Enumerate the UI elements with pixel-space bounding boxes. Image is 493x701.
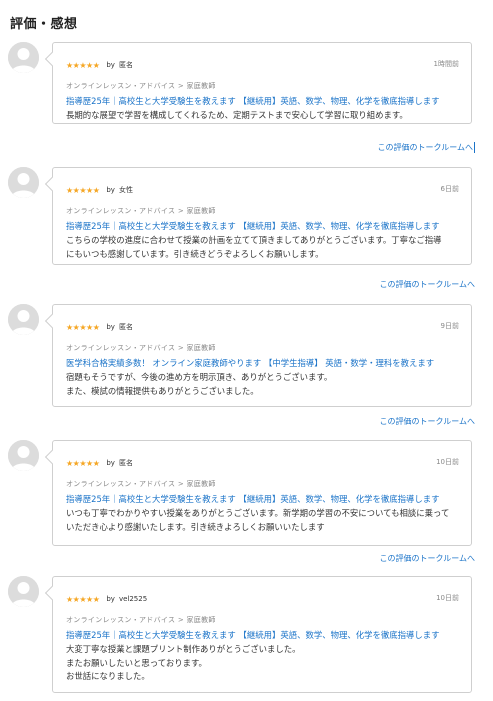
review-category: オンラインレッスン・アドバイス > 家庭教師 — [66, 344, 216, 352]
rating-row: ★★★★★ by vel2525 — [66, 593, 147, 605]
review-category: オンラインレッスン・アドバイス > 家庭教師 — [66, 207, 216, 215]
default-user-avatar-icon — [8, 440, 39, 471]
review-comment: 宿題もそうですが、今後の進め方を明示頂き、ありがとうございます。 また、模試の情… — [66, 371, 464, 398]
reviewer-name: 匿名 — [118, 323, 133, 331]
service-title-link[interactable]: 指導歴25年｜高校生と大学受験生を教えます 【継続用】英語、数学、物理、化学を徹… — [66, 629, 439, 641]
review-item: ★★★★★ by 匿名 1時間前 オンラインレッスン・アドバイス > 家庭教師 … — [0, 42, 493, 162]
comment-line: 長期的な展望で学習を構成してくれるため、定期テストまで安心して学習に取り組めます… — [66, 110, 408, 120]
default-user-avatar-icon — [8, 167, 39, 198]
rating-row: ★★★★★ by 匿名 — [66, 321, 133, 333]
talk-room-link[interactable]: この評価のトークルームへ — [379, 553, 475, 564]
service-title-link[interactable]: 指導歴25年｜高校生と大学受験生を教えます 【継続用】英語、数学、物理、化学を徹… — [66, 95, 439, 107]
talk-room-link[interactable]: この評価のトークルームへ — [377, 142, 475, 153]
review-comment: こちらの学校の進度に合わせて授業の計画を立てて頂きましてありがとうございます。丁… — [66, 234, 464, 261]
rating-row: ★★★★★ by 匿名 — [66, 457, 133, 469]
review-timestamp: 10日前 — [436, 458, 459, 466]
review-card: ★★★★★ by 匿名 9日前 オンラインレッスン・アドバイス > 家庭教師 医… — [52, 304, 472, 407]
reviewer-name: 女性 — [118, 186, 133, 194]
review-category: オンラインレッスン・アドバイス > 家庭教師 — [66, 616, 216, 624]
review-category: オンラインレッスン・アドバイス > 家庭教師 — [66, 82, 216, 90]
review-card: ★★★★★ by 匿名 10日前 オンラインレッスン・アドバイス > 家庭教師 … — [52, 440, 472, 546]
rating-row: ★★★★★ by 匿名 — [66, 59, 133, 71]
talk-room-link-label: この評価のトークルームへ — [377, 143, 473, 152]
reviewer-name: 匿名 — [118, 61, 133, 69]
by-label: by — [106, 186, 115, 194]
service-title-link[interactable]: 医学科合格実績多数！ オンライン家庭教師やります 【中学生指導】 英語・数学・理… — [66, 357, 434, 369]
comment-line: いただき心より感謝いたします。引き続きよろしくお願いいたします — [66, 521, 325, 532]
service-title-link[interactable]: 指導歴25年｜高校生と大学受験生を教えます 【継続用】英語、数学、物理、化学を徹… — [66, 493, 439, 505]
comment-line: 宿題もそうですが、今後の進め方を明示頂き、ありがとうございます。 — [66, 372, 333, 382]
by-label: by — [106, 459, 115, 467]
review-card: ★★★★★ by 女性 6日前 オンラインレッスン・アドバイス > 家庭教師 指… — [52, 167, 472, 265]
rating-row: ★★★★★ by 女性 — [66, 184, 133, 196]
star-rating: ★★★★★ — [66, 185, 100, 195]
review-item: ★★★★★ by vel2525 10日前 オンラインレッスン・アドバイス > … — [0, 576, 493, 696]
reviewer-name: 匿名 — [118, 459, 133, 467]
star-rating: ★★★★★ — [66, 458, 100, 468]
review-item: ★★★★★ by 匿名 10日前 オンラインレッスン・アドバイス > 家庭教師 … — [0, 440, 493, 565]
review-item: ★★★★★ by 匿名 9日前 オンラインレッスン・アドバイス > 家庭教師 医… — [0, 304, 493, 429]
review-timestamp: 1時間前 — [433, 60, 459, 68]
review-comment: 長期的な展望で学習を構成してくれるため、定期テストまで安心して学習に取り組めます… — [66, 109, 464, 123]
by-label: by — [106, 323, 115, 331]
talk-room-link[interactable]: この評価のトークルームへ — [379, 416, 475, 427]
review-comment: 大変丁寧な授業と課題プリント制作ありがとうございました。 またお願いしたいと思っ… — [66, 643, 464, 684]
comment-line: 大変丁寧な授業と課題プリント制作ありがとうございました。 — [66, 644, 301, 654]
review-card: ★★★★★ by vel2525 10日前 オンラインレッスン・アドバイス > … — [52, 576, 472, 693]
service-title-link[interactable]: 指導歴25年｜高校生と大学受験生を教えます 【継続用】英語、数学、物理、化学を徹… — [66, 220, 439, 232]
default-user-avatar-icon — [8, 304, 39, 335]
default-user-avatar-icon — [8, 42, 39, 73]
review-card: ★★★★★ by 匿名 1時間前 オンラインレッスン・アドバイス > 家庭教師 … — [52, 42, 472, 124]
comment-line: いつも丁寧でわかりやすい授業をありがとうございます。新学期の学習の不安についても… — [66, 508, 450, 518]
reviews-section-title: 評価・感想 — [10, 17, 78, 32]
by-label: by — [106, 595, 115, 603]
comment-line: またお願いしたいと思っております。 — [66, 657, 207, 668]
review-comment: いつも丁寧でわかりやすい授業をありがとうございます。新学期の学習の不安についても… — [66, 507, 464, 534]
comment-line: にもいつも感謝しています。引き続きどうぞよろしくお願いします。 — [66, 248, 324, 259]
star-rating: ★★★★★ — [66, 60, 100, 70]
comment-line: こちらの学校の進度に合わせて授業の計画を立てて頂きましてありがとうございます。丁… — [66, 235, 442, 245]
default-user-avatar-icon — [8, 576, 39, 607]
by-label: by — [106, 61, 115, 69]
star-rating: ★★★★★ — [66, 594, 100, 604]
review-category: オンラインレッスン・アドバイス > 家庭教師 — [66, 480, 216, 488]
text-cursor — [474, 142, 475, 153]
review-timestamp: 9日前 — [440, 322, 459, 330]
reviewer-name: vel2525 — [118, 595, 148, 603]
review-timestamp: 6日前 — [440, 185, 459, 193]
comment-line: また、模試の情報提供もありがとうございました。 — [66, 385, 259, 396]
comment-line: お世話になりました。 — [66, 671, 150, 681]
star-rating: ★★★★★ — [66, 322, 100, 332]
review-timestamp: 10日前 — [436, 594, 459, 602]
talk-room-link[interactable]: この評価のトークルームへ — [379, 279, 475, 290]
review-item: ★★★★★ by 女性 6日前 オンラインレッスン・アドバイス > 家庭教師 指… — [0, 167, 493, 292]
